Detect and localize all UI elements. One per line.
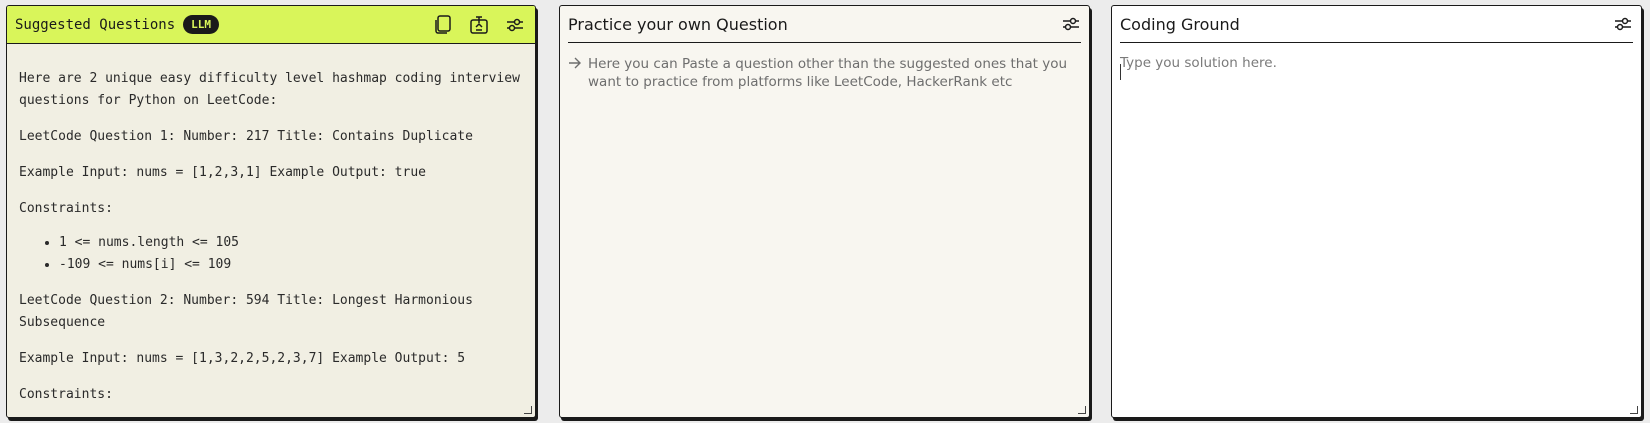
coding-ground-header: Coding Ground xyxy=(1120,6,1633,43)
constraint-item: 1 <= nums.length <= 105 xyxy=(59,232,523,254)
settings-sliders-icon[interactable] xyxy=(1061,14,1081,34)
intro-text: Here are 2 unique easy difficulty level … xyxy=(19,71,520,108)
text-caret xyxy=(1120,64,1121,80)
practice-question-hint[interactable]: Here you can Paste a question other than… xyxy=(560,43,1089,91)
suggested-questions-title: Suggested Questions xyxy=(15,16,176,33)
question-2-title: LeetCode Question 2: Number: 594 Title: … xyxy=(19,293,473,330)
llm-badge: LLM xyxy=(183,15,220,34)
copy-icon[interactable] xyxy=(433,14,453,35)
practice-question-header: Practice your own Question xyxy=(568,6,1081,43)
practice-question-title: Practice your own Question xyxy=(568,14,788,34)
resize-handle[interactable] xyxy=(1078,406,1086,414)
suggested-questions-toolbar xyxy=(433,14,527,35)
question-1-example: Example Input: nums = [1,2,3,1] Example … xyxy=(19,165,426,180)
suggested-questions-header: Suggested Questions LLM xyxy=(7,6,535,44)
question-1-constraints-label: Constraints: xyxy=(19,201,113,216)
practice-question-hint-text: Here you can Paste a question other than… xyxy=(588,56,1068,90)
coding-ground-title: Coding Ground xyxy=(1120,14,1240,34)
practice-question-panel: Practice your own Question Here you can … xyxy=(559,5,1090,418)
resize-handle[interactable] xyxy=(524,406,532,414)
coding-ground-panel: Coding Ground xyxy=(1111,5,1642,418)
question-1-title: LeetCode Question 1: Number: 217 Title: … xyxy=(19,129,473,144)
solution-editor[interactable] xyxy=(1112,43,1641,383)
suggested-questions-panel: Suggested Questions LLM Here are 2 uniqu… xyxy=(6,5,536,418)
settings-sliders-icon[interactable] xyxy=(1613,14,1633,34)
constraint-item: -109 <= nums[i] <= 109 xyxy=(59,254,523,276)
suggested-questions-content: Here are 2 unique easy difficulty level … xyxy=(7,44,535,406)
resize-handle[interactable] xyxy=(1630,406,1638,414)
question-2-example: Example Input: nums = [1,3,2,2,5,2,3,7] … xyxy=(19,351,466,366)
settings-sliders-icon[interactable] xyxy=(505,15,525,35)
question-2-constraints-label: Constraints: xyxy=(19,387,113,402)
export-icon[interactable] xyxy=(469,15,489,35)
arrow-right-icon xyxy=(568,55,588,91)
question-1-constraints-list: 1 <= nums.length <= 105 -109 <= nums[i] … xyxy=(19,232,523,276)
